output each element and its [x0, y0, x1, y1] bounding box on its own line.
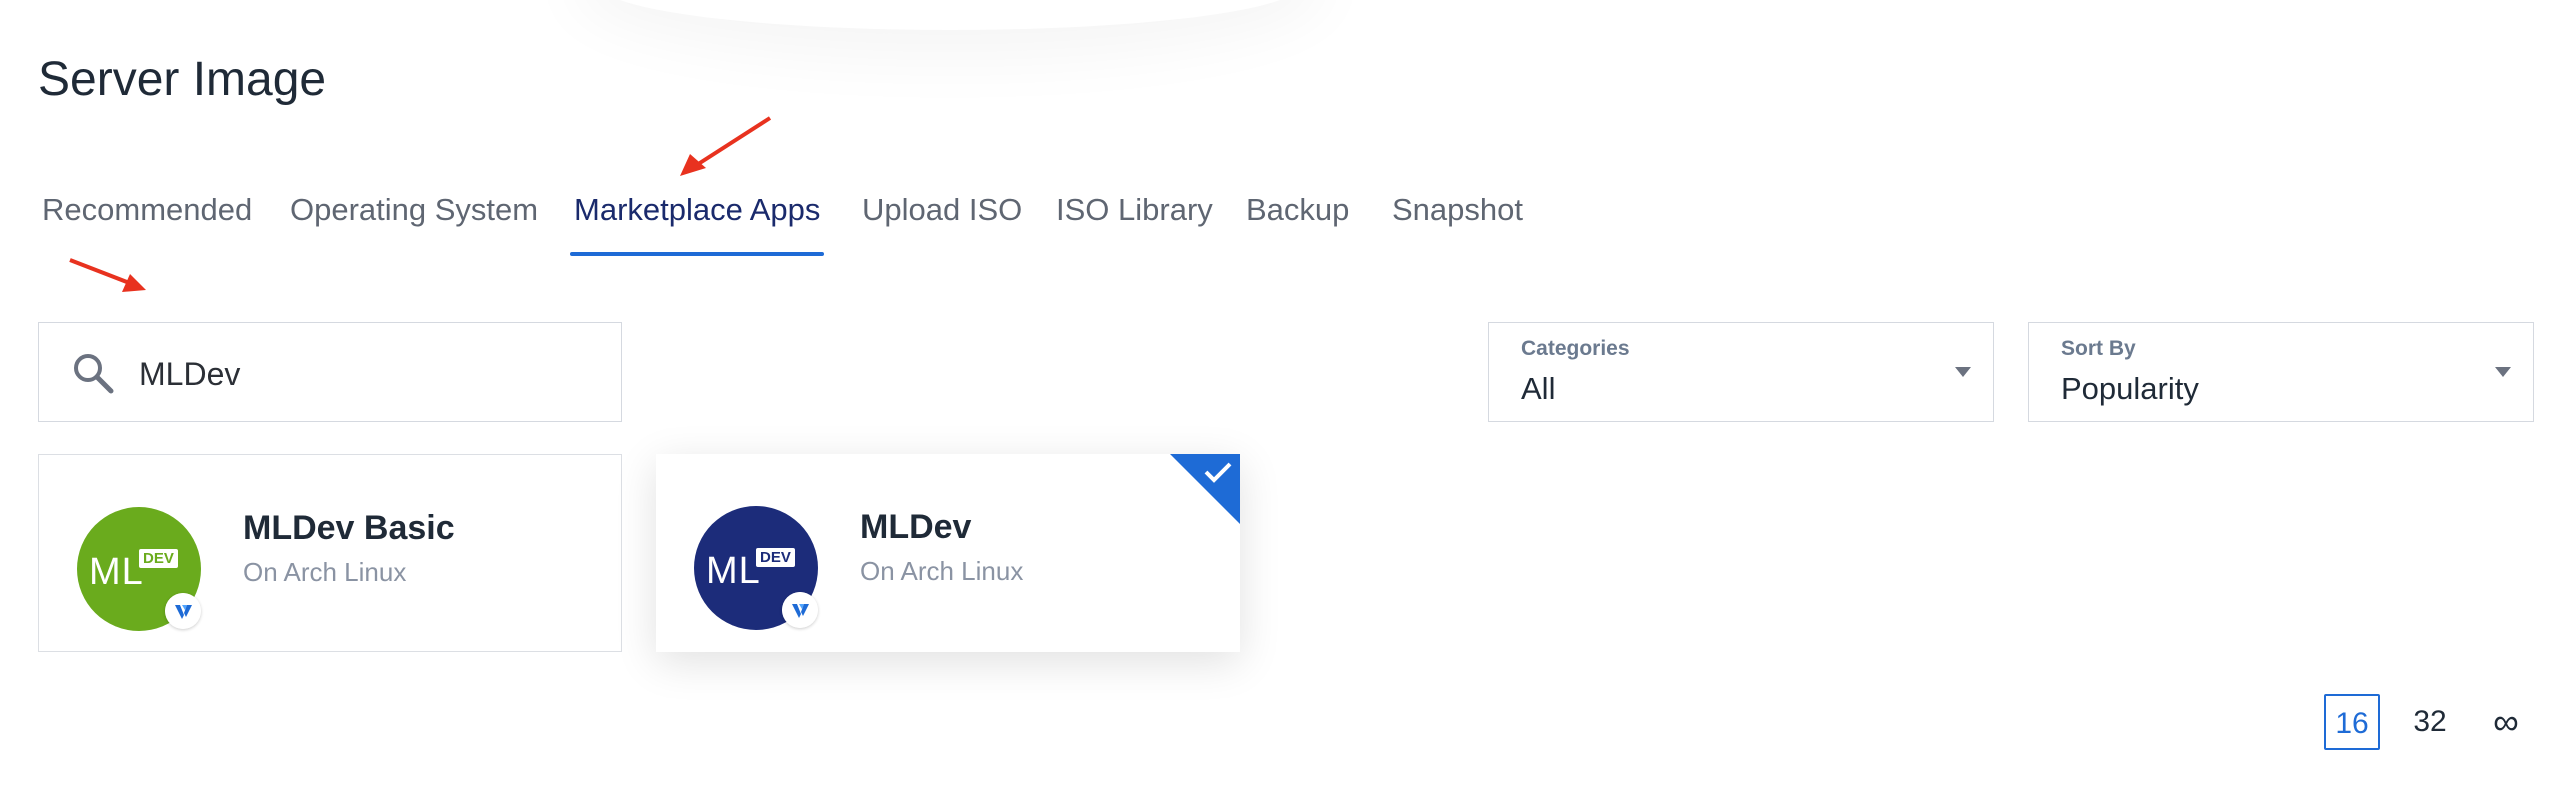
- tab-backup[interactable]: Backup: [1246, 190, 1349, 230]
- search-icon: [74, 354, 114, 394]
- tab-iso-library[interactable]: ISO Library: [1056, 190, 1213, 230]
- sort-by-value: Popularity: [2061, 371, 2199, 406]
- vultr-badge-icon: [782, 592, 818, 628]
- active-tab-indicator: [570, 252, 824, 256]
- logo-badge: DEV: [756, 548, 795, 567]
- chevron-down-icon: [2495, 367, 2511, 377]
- app-subtitle: On Arch Linux: [860, 556, 1024, 586]
- page-size-32[interactable]: 32: [2402, 694, 2458, 750]
- page-size-all[interactable]: ∞: [2478, 694, 2534, 750]
- tab-operating-system[interactable]: Operating System: [290, 190, 538, 230]
- logo-text: ML: [706, 550, 761, 592]
- tab-snapshot[interactable]: Snapshot: [1392, 190, 1523, 230]
- mldev-basic-logo: ML DEV: [77, 507, 201, 631]
- top-shadow: [600, 0, 1300, 30]
- page-title: Server Image: [38, 53, 327, 106]
- app-subtitle: On Arch Linux: [243, 557, 407, 587]
- app-name: MLDev Basic: [243, 509, 455, 547]
- categories-label: Categories: [1521, 337, 1630, 360]
- app-card-mldev-basic[interactable]: ML DEV MLDev Basic On Arch Linux: [38, 454, 622, 652]
- logo-text: ML: [89, 551, 144, 593]
- mldev-logo: ML DEV: [694, 506, 818, 630]
- chevron-down-icon: [1955, 367, 1971, 377]
- tab-marketplace-apps[interactable]: Marketplace Apps: [574, 190, 820, 230]
- tab-recommended[interactable]: Recommended: [42, 190, 252, 230]
- search-input[interactable]: [137, 343, 601, 405]
- search-field[interactable]: [38, 322, 622, 422]
- categories-select[interactable]: Categories All: [1488, 322, 1994, 422]
- tab-upload-iso[interactable]: Upload ISO: [862, 190, 1022, 230]
- image-type-tabs: Recommended Operating System Marketplace…: [0, 190, 1600, 260]
- annotation-arrow-icon: [680, 116, 772, 176]
- vultr-badge-icon: [165, 593, 201, 629]
- app-name: MLDev: [860, 508, 972, 546]
- annotation-arrow-icon: [69, 258, 146, 292]
- sort-by-label: Sort By: [2061, 337, 2136, 360]
- page-size-16[interactable]: 16: [2324, 694, 2380, 750]
- categories-value: All: [1521, 371, 1556, 406]
- sort-by-select[interactable]: Sort By Popularity: [2028, 322, 2534, 422]
- logo-badge: DEV: [139, 549, 178, 568]
- check-icon: [1170, 454, 1240, 524]
- app-card-mldev[interactable]: ML DEV MLDev On Arch Linux: [656, 454, 1240, 652]
